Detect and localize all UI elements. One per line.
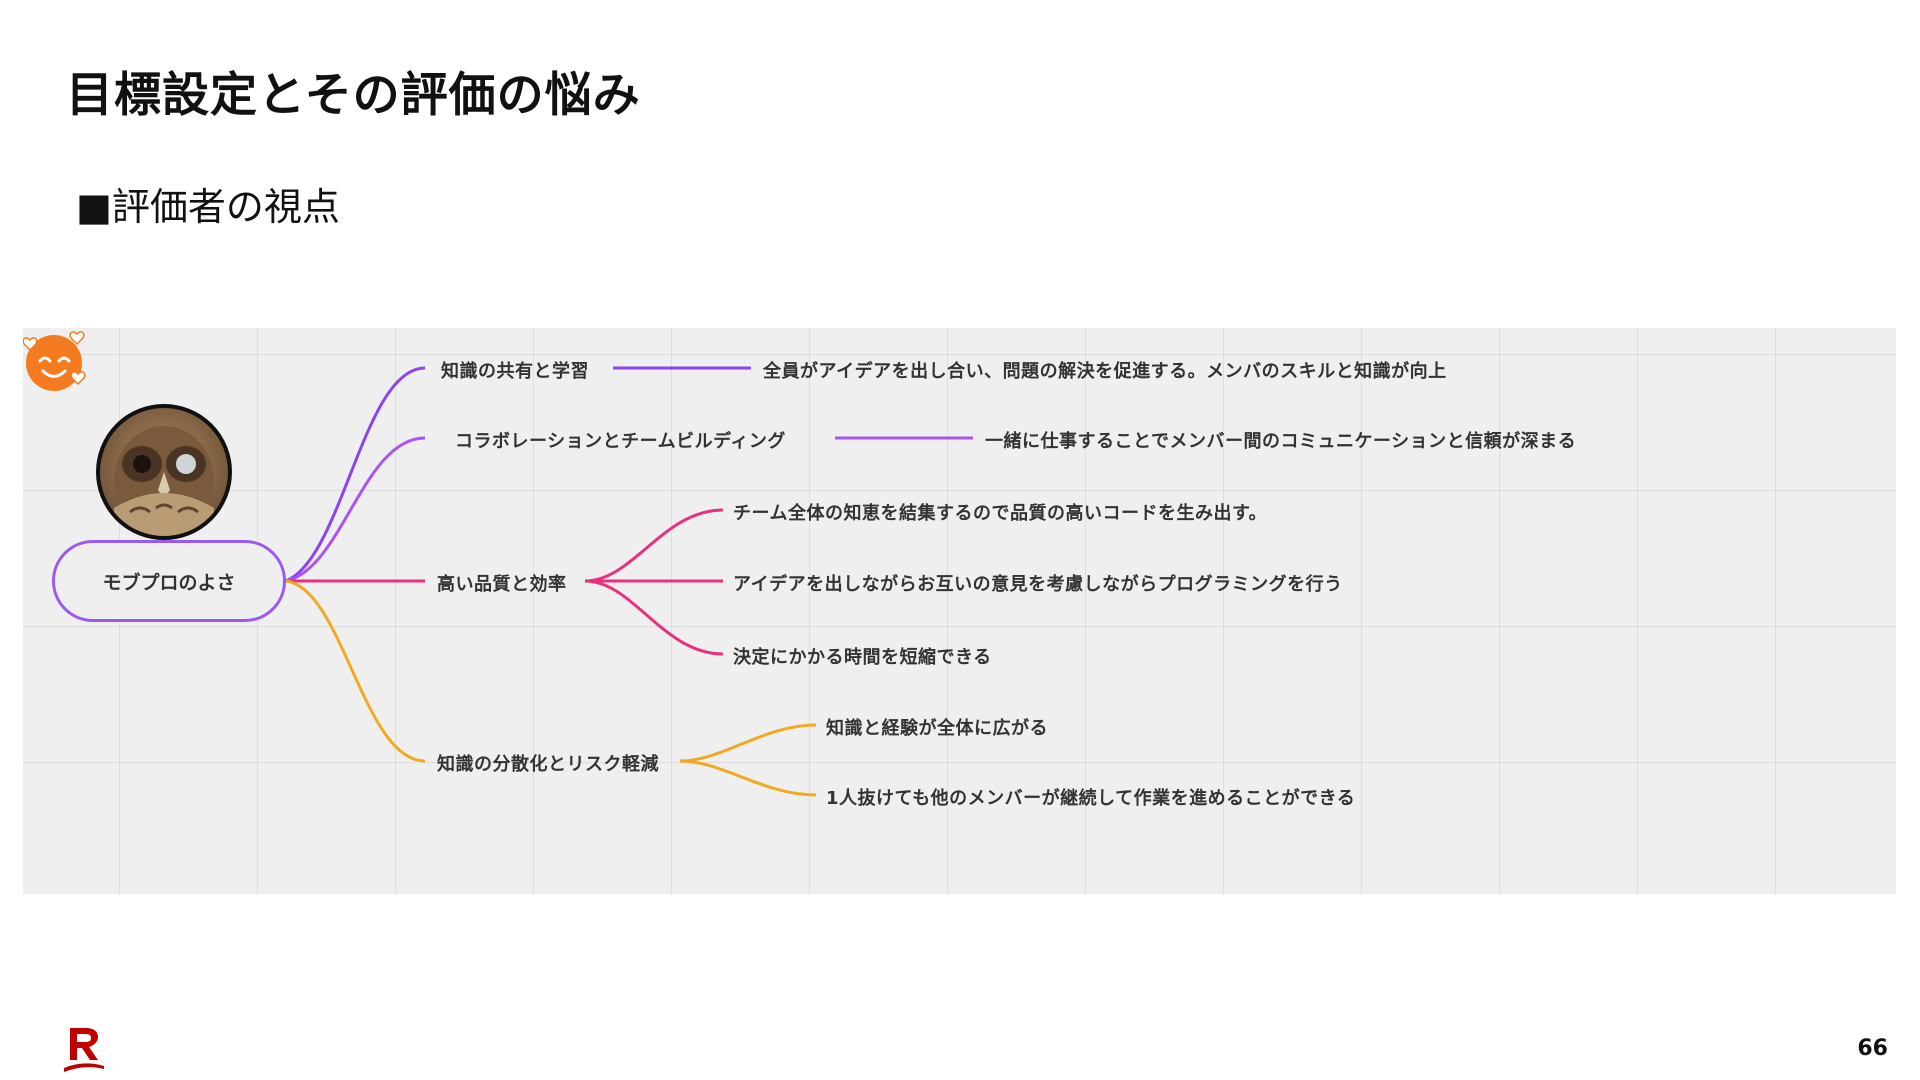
branch-label-2: コラボレーションとチームビルディング bbox=[455, 431, 786, 452]
branch-3-child-1: チーム全体の知恵を結集するので品質の高いコードを生み出す。 bbox=[733, 503, 1268, 524]
branch-4-child-1: 知識と経験が全体に広がる bbox=[826, 718, 1048, 739]
page-number: 66 bbox=[1857, 1036, 1888, 1061]
mindmap-root-node: モブプロのよさ bbox=[52, 540, 286, 622]
smiling-face-with-hearts-icon bbox=[23, 331, 86, 391]
connector-root-branch-4 bbox=[285, 579, 426, 763]
owl-avatar bbox=[96, 404, 232, 540]
slide-title: 目標設定とその評価の悩み bbox=[66, 68, 641, 123]
connector-b3-child-3 bbox=[584, 579, 724, 656]
mindmap-board: モブプロのよさ 知識の共有と学習 全員がアイデアを出し合い、問題の解決を促進する… bbox=[23, 328, 1896, 894]
branch-4-child-2: 1人抜けても他のメンバーが継続して作業を進めることができる bbox=[826, 788, 1356, 809]
branch-2-child-1: 一緒に仕事することでメンバー間のコミュニケーションと信頼が深まる bbox=[985, 431, 1577, 452]
branch-1-child-1: 全員がアイデアを出し合い、問題の解決を促進する。メンバのスキルと知識が向上 bbox=[763, 361, 1447, 382]
connector-b3-child-1 bbox=[584, 508, 724, 583]
section-subtitle: ■評価者の視点 bbox=[76, 185, 340, 229]
branch-3-child-3: 決定にかかる時間を短縮できる bbox=[733, 647, 992, 668]
branch-label-3: 高い品質と効率 bbox=[437, 574, 567, 595]
connector-b4-child-2 bbox=[679, 759, 817, 797]
branch-label-1: 知識の共有と学習 bbox=[441, 361, 589, 382]
connector-root-branch-1 bbox=[285, 366, 426, 583]
connector-b4-child-1 bbox=[679, 723, 817, 763]
rakuten-r-logo-icon bbox=[64, 1028, 104, 1072]
branch-3-child-2: アイデアを出しながらお互いの意見を考慮しながらプログラミングを行う bbox=[733, 574, 1343, 595]
owl-face-icon bbox=[114, 426, 214, 536]
branch-label-4: 知識の分散化とリスク軽減 bbox=[437, 754, 659, 775]
